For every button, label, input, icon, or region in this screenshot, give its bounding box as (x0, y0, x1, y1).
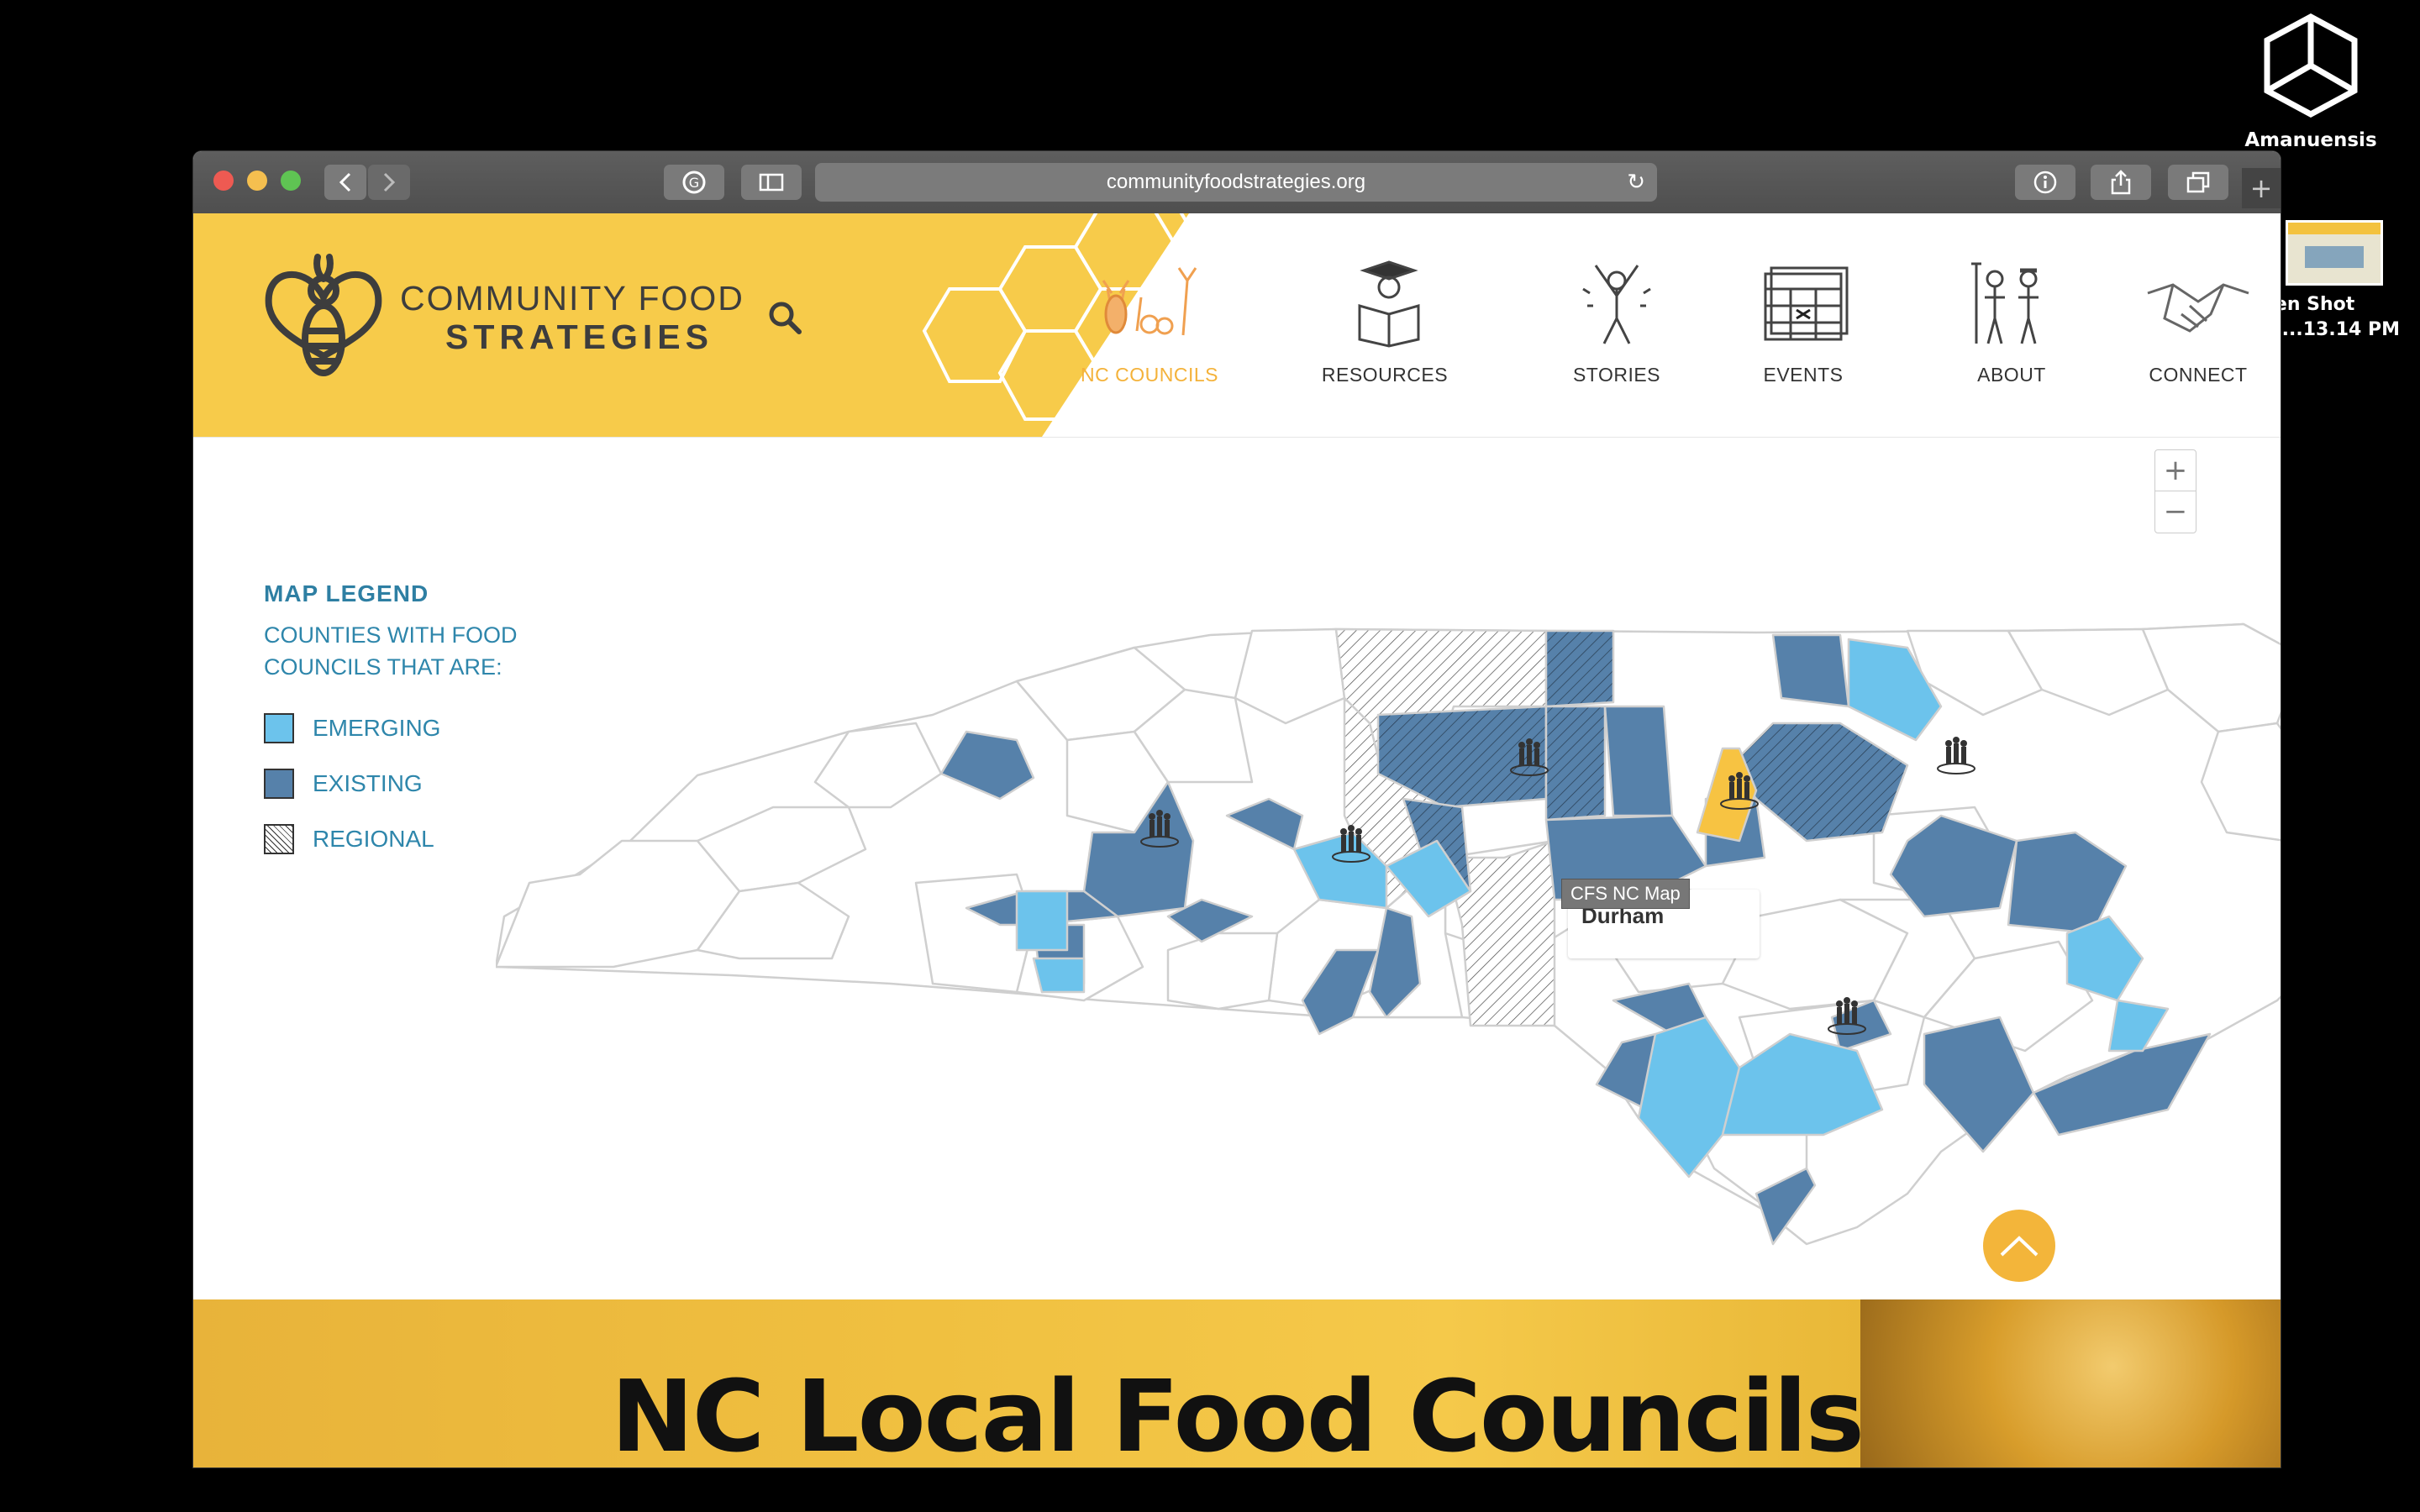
legend-label: EXISTING (313, 770, 423, 796)
legend-swatch-existing (264, 769, 294, 799)
chevron-right-icon (383, 172, 396, 192)
grammarly-extension-button[interactable]: G (664, 165, 724, 200)
legend-swatch-regional (264, 824, 294, 854)
brand-line-1: COMMUNITY FOOD (400, 279, 744, 318)
legend-label: REGIONAL (313, 826, 434, 852)
desktop-app-label: Amanuensis (2244, 129, 2377, 151)
hero-banner: NC Local Food Councils (193, 1299, 2281, 1467)
screenshot-thumbnail (2286, 220, 2383, 286)
map-tooltip: CFS NC Map (1561, 879, 1690, 909)
desktop-screenshot-label-1: een Shot (2262, 294, 2355, 315)
nav-nc-councils[interactable]: NC COUNCILS (1074, 255, 1225, 386)
browser-window: G communityfoodstrategies.org ↻ + COMMUN… (193, 151, 2281, 1467)
address-bar-url: communityfoodstrategies.org (1106, 171, 1366, 193)
nav-resources[interactable]: RESOURCES (1309, 255, 1460, 386)
map-section: + − MAP LEGEND COUNTIES WITH FOOD COUNCI… (193, 438, 2281, 1299)
chevron-up-icon (2000, 1236, 2039, 1257)
nav-label: EVENTS (1763, 364, 1844, 386)
nav-label: RESOURCES (1321, 364, 1449, 386)
legend-swatch-emerging (264, 713, 294, 743)
scroll-to-top-button[interactable] (1983, 1210, 2055, 1282)
celebrating-person-icon (1582, 265, 1651, 344)
farmers-icon (1971, 262, 2039, 344)
nc-county-map[interactable] (496, 564, 2281, 1252)
tabs-icon (2186, 171, 2210, 193)
zoom-out-button[interactable]: − (2155, 491, 2196, 532)
nav-about[interactable]: ABOUT (1936, 255, 2087, 386)
brand-line-2: STRATEGIES (445, 318, 713, 356)
svg-text:G: G (689, 175, 699, 191)
desktop-screenshot-file[interactable]: een Shot 0....13.14 PM (2262, 220, 2420, 343)
tabs-overview-button[interactable] (2168, 165, 2228, 200)
nav-connect[interactable]: CONNECT (2123, 255, 2274, 386)
bee-logo-icon (265, 254, 382, 376)
browser-toolbar: G communityfoodstrategies.org ↻ + (193, 151, 2281, 214)
vegetables-icon (1102, 267, 1197, 336)
legend-label: EMERGING (313, 715, 441, 741)
map-zoom-control: + − (2154, 449, 2196, 533)
minimize-window-button[interactable] (247, 171, 267, 191)
calendar-icon (1764, 266, 1849, 341)
site-header: COMMUNITY FOOD STRATEGIES NC COUNCILS RE… (193, 213, 2281, 438)
reload-icon[interactable]: ↻ (1627, 170, 1645, 195)
new-tab-button[interactable]: + (2242, 168, 2281, 208)
grammarly-icon: G (682, 171, 706, 194)
forward-button[interactable] (368, 165, 410, 200)
fullscreen-window-button[interactable] (281, 171, 301, 191)
share-button[interactable] (2091, 165, 2151, 200)
site-info-button[interactable] (2015, 165, 2075, 200)
desktop-app-amanuensis[interactable]: Amanuensis (2235, 12, 2386, 151)
nav-label: CONNECT (2149, 364, 2248, 386)
chevron-left-icon (339, 172, 351, 192)
nav-label: NC COUNCILS (1081, 364, 1218, 386)
nav-stories[interactable]: STORIES (1541, 255, 1692, 386)
graduate-reading-icon (1358, 260, 1420, 348)
back-button[interactable] (324, 165, 366, 200)
nav-events[interactable]: EVENTS (1728, 255, 1879, 386)
nav-label: ABOUT (1977, 364, 2046, 386)
sidebar-toggle-button[interactable] (741, 165, 802, 200)
search-icon[interactable] (766, 299, 803, 336)
sidebar-icon (759, 173, 784, 192)
cube-icon (2264, 13, 2358, 118)
info-icon (2033, 171, 2057, 194)
address-bar[interactable]: communityfoodstrategies.org ↻ (815, 163, 1657, 202)
desktop-screenshot-label-2: 0....13.14 PM (2262, 319, 2401, 340)
handshake-icon (2147, 283, 2249, 333)
nav-label: STORIES (1572, 364, 1661, 386)
brand-name[interactable]: COMMUNITY FOOD STRATEGIES (400, 279, 744, 356)
page-title: NC Local Food Councils (610, 1358, 1865, 1467)
zoom-in-button[interactable]: + (2155, 450, 2196, 491)
close-window-button[interactable] (213, 171, 234, 191)
share-icon (2111, 170, 2131, 195)
